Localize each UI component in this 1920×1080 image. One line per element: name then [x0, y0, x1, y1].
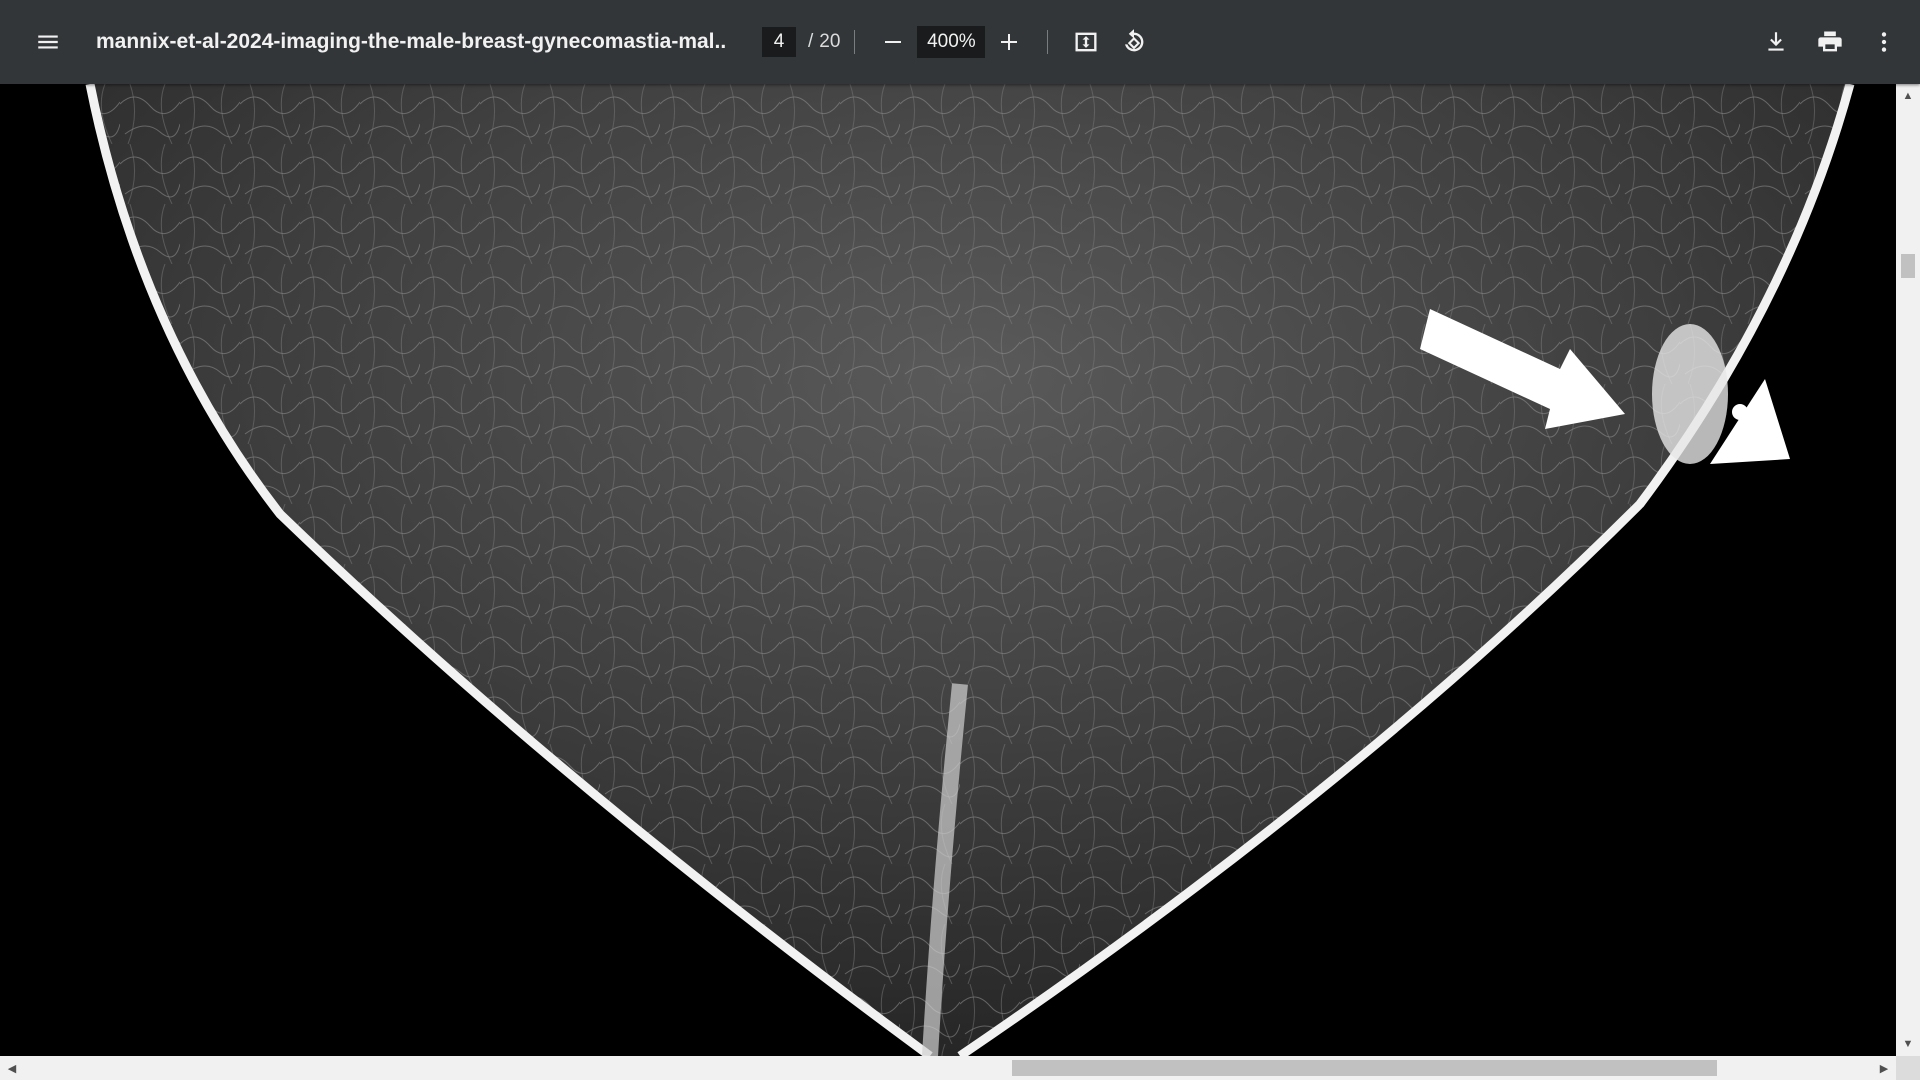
scroll-up-arrow[interactable]: ▲ [1896, 84, 1920, 108]
zoom-out-button[interactable] [869, 18, 917, 66]
fit-to-page-button[interactable] [1062, 18, 1110, 66]
vertical-scrollbar[interactable]: ▲ ▼ [1896, 84, 1920, 1056]
page-separator: / [808, 31, 814, 52]
plus-icon [1001, 34, 1018, 50]
scroll-down-arrow[interactable]: ▼ [1896, 1032, 1920, 1056]
print-icon [1818, 31, 1842, 52]
pdf-toolbar: mannix-et-al-2024-imaging-the-male-breas… [0, 0, 1920, 84]
vertical-scroll-thumb[interactable] [1901, 254, 1915, 278]
menu-button[interactable] [24, 18, 72, 66]
page-number-input[interactable] [762, 27, 796, 57]
menu-icon [38, 35, 58, 49]
download-icon [1768, 32, 1784, 51]
page-selector: / 20 [762, 27, 840, 57]
document-title: mannix-et-al-2024-imaging-the-male-breas… [96, 30, 726, 53]
rotate-button[interactable] [1110, 18, 1158, 66]
scrollbar-corner [1896, 1056, 1920, 1080]
page-total: 20 [819, 31, 841, 52]
fit-to-page-icon [1075, 32, 1097, 52]
zoom-level-input[interactable] [917, 26, 986, 58]
print-button[interactable] [1806, 18, 1854, 66]
toolbar-divider [854, 30, 856, 54]
scroll-left-arrow[interactable]: ◀ [0, 1056, 24, 1080]
toolbar-divider [1047, 30, 1049, 54]
more-options-button[interactable] [1860, 18, 1908, 66]
horizontal-scrollbar[interactable]: ◀ ▶ [0, 1056, 1896, 1080]
download-button[interactable] [1752, 18, 1800, 66]
scroll-right-arrow[interactable]: ▶ [1872, 1056, 1896, 1080]
minus-icon [885, 41, 902, 43]
mammogram-image [0, 84, 1896, 1056]
nipple-marker-dot [1732, 404, 1748, 420]
rotate-icon [1125, 29, 1144, 52]
more-vert-icon [1881, 32, 1887, 52]
zoom-in-button[interactable] [985, 18, 1033, 66]
horizontal-scroll-thumb[interactable] [1012, 1060, 1717, 1076]
pdf-page-view[interactable] [0, 84, 1896, 1056]
